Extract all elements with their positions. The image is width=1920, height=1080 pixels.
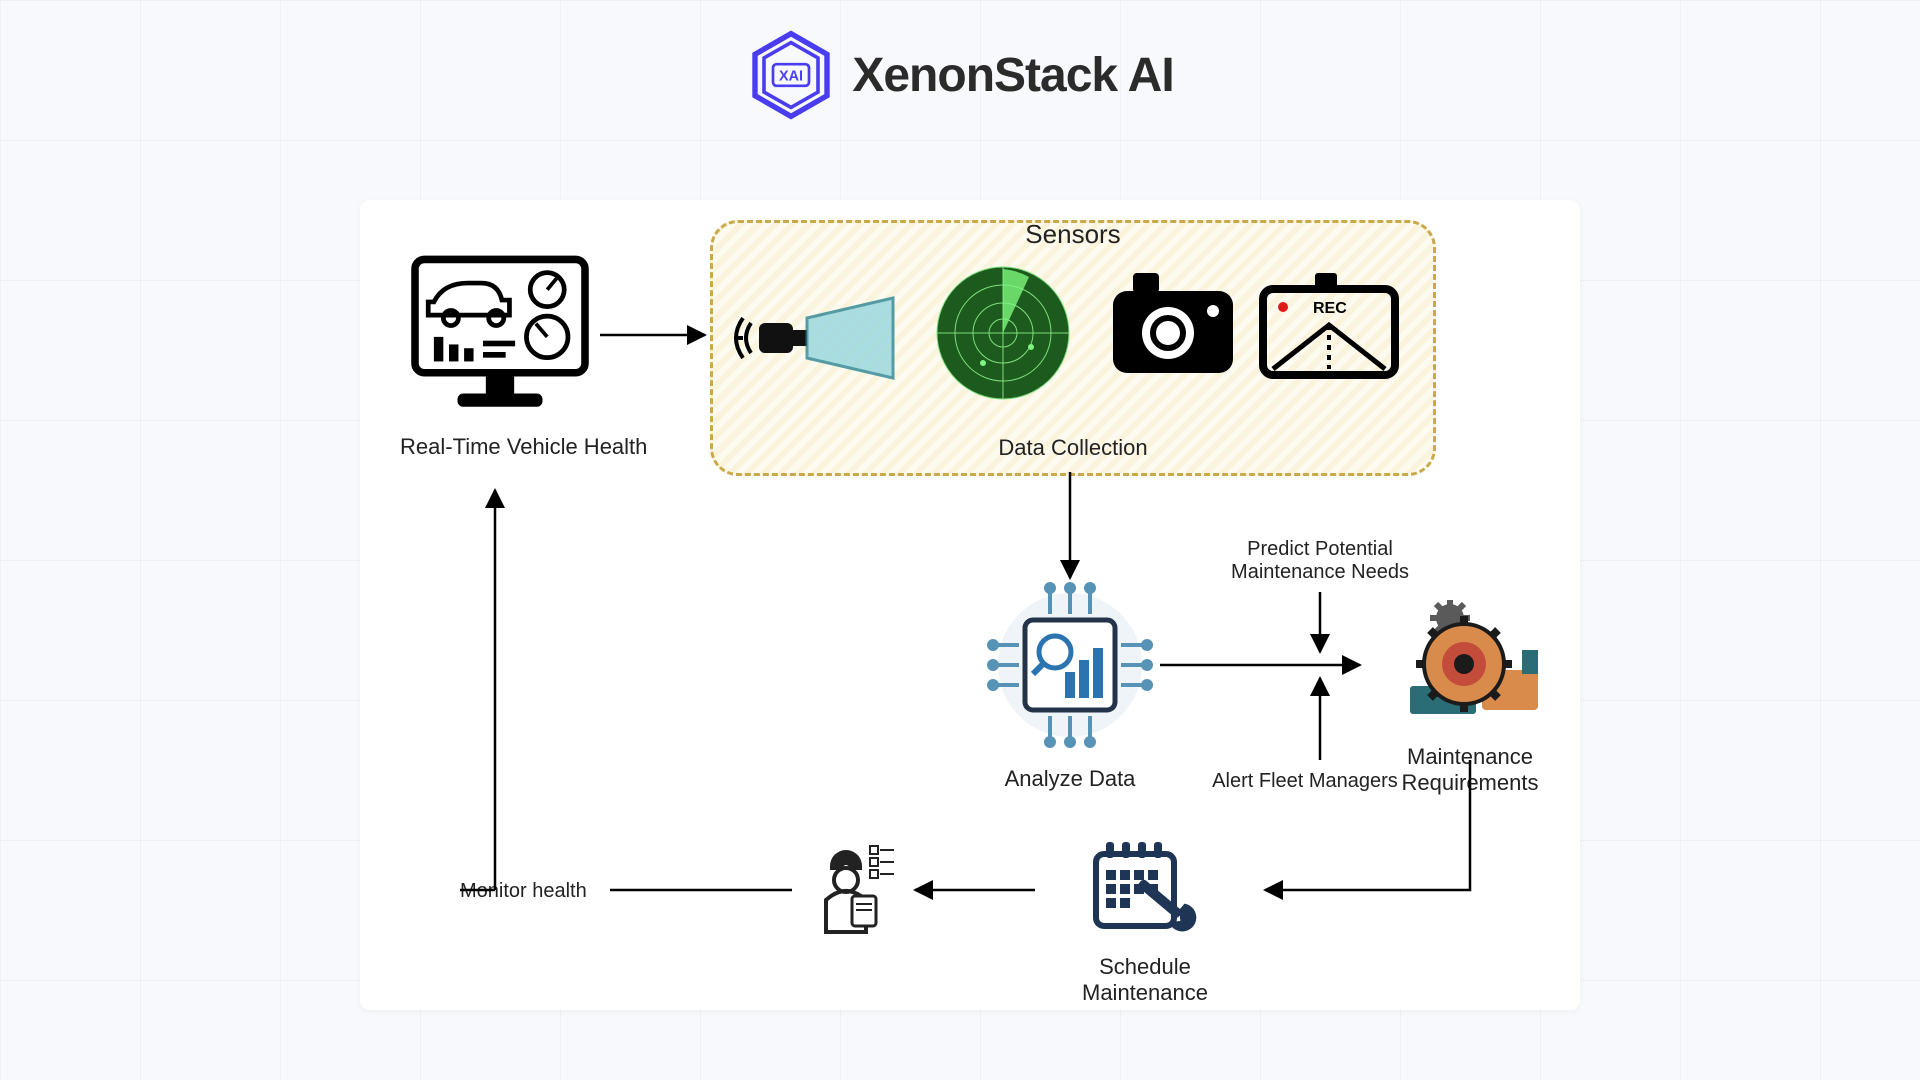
svg-text:REC: REC (1313, 300, 1347, 317)
sensors-title: Sensors (1017, 219, 1128, 250)
analyze-chip-icon (985, 580, 1155, 750)
label-predict-needs: Predict Potential Maintenance Needs (1190, 538, 1450, 584)
node-maintenance-req: Maintenance Requirements (1350, 600, 1590, 796)
technician-icon (800, 840, 900, 940)
node-analyze-data: Analyze Data (980, 580, 1160, 792)
header: XAI XenonStack AI (0, 30, 1920, 120)
label-alert-managers: Alert Fleet Managers (1190, 770, 1420, 793)
svg-text:XAI: XAI (779, 68, 803, 84)
dashcam-icon: REC (1113, 273, 1403, 393)
monitor-icon (405, 250, 595, 420)
radar-icon (933, 263, 1073, 403)
sensors-box: Sensors (710, 220, 1436, 476)
node-schedule: Schedule Maintenance (1040, 840, 1250, 1006)
brand-title: XenonStack AI (852, 48, 1173, 103)
diagram-stage: XAI XenonStack AI (0, 0, 1920, 1080)
calendar-wrench-icon (1090, 840, 1200, 940)
lidar-sensor-icon (733, 283, 903, 393)
gear-assembly-icon (1390, 600, 1550, 730)
label-vehicle-health: Real-Time Vehicle Health (400, 434, 600, 460)
node-vehicle-health: Real-Time Vehicle Health (400, 250, 600, 460)
label-analyze-data: Analyze Data (980, 766, 1160, 792)
diagram-panel: Real-Time Vehicle Health Sensors (360, 200, 1580, 1010)
label-schedule: Schedule Maintenance (1040, 954, 1250, 1006)
label-data-collection: Data Collection (713, 435, 1433, 461)
label-monitor-health: Monitor health (460, 880, 587, 903)
brand-logo-icon: XAI (746, 30, 836, 120)
